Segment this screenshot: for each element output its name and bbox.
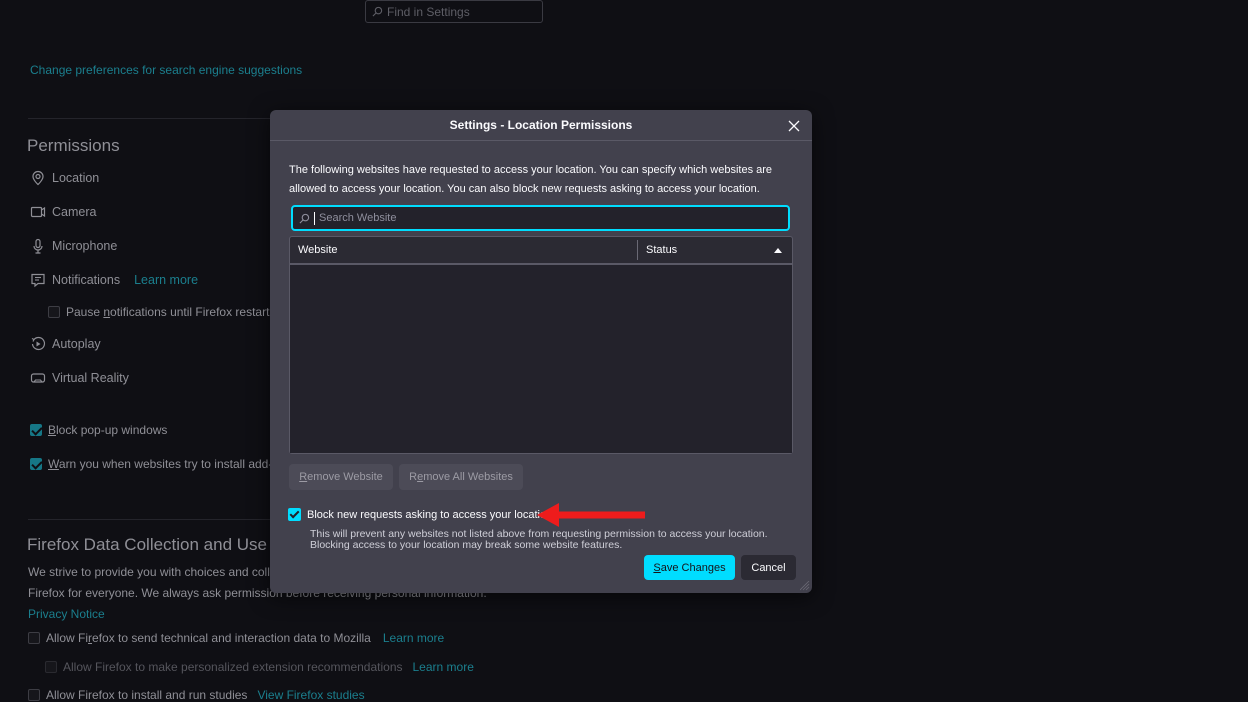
find-in-settings-input[interactable]: Find in Settings <box>365 0 543 23</box>
save-changes-button[interactable]: Save Changes <box>644 555 735 580</box>
text-caret <box>314 211 315 225</box>
search-suggestions-link[interactable]: Change preferences for search engine sug… <box>30 63 302 77</box>
view-studies-link[interactable]: View Firefox studies <box>257 688 364 702</box>
microphone-icon <box>33 238 43 254</box>
permission-autoplay[interactable]: Autoplay <box>30 336 101 352</box>
block-new-requests-option[interactable]: Block new requests asking to access your… <box>288 508 552 521</box>
remove-website-button[interactable]: Remove Website <box>289 464 393 490</box>
sort-ascending-icon <box>774 247 782 253</box>
search-website-placeholder: Search Website <box>319 212 397 224</box>
dialog-description: The following websites have requested to… <box>289 164 773 195</box>
camera-icon <box>30 206 46 218</box>
block-new-requests-label: Block new requests asking to access your… <box>307 508 553 521</box>
warn-addons-label: Warn you when websites try to install ad… <box>48 457 292 471</box>
permission-virtual-reality-label: Virtual Reality <box>52 371 129 385</box>
permission-location[interactable]: Location <box>30 170 99 186</box>
location-pin-icon <box>32 170 44 186</box>
autoplay-icon <box>31 336 46 351</box>
column-header-website[interactable]: Website <box>290 240 638 260</box>
warn-addons-checkbox[interactable] <box>30 458 42 470</box>
column-header-status[interactable]: Status <box>638 244 792 256</box>
pause-notifications-checkbox[interactable] <box>48 306 60 318</box>
find-in-settings-placeholder: Find in Settings <box>387 4 470 19</box>
annotation-arrow-icon <box>537 503 645 527</box>
divider <box>28 519 270 520</box>
permission-microphone-label: Microphone <box>52 239 118 253</box>
extension-recommendations-option: Allow Firefox to make personalized exten… <box>45 660 474 674</box>
permission-notifications-label: Notifications <box>52 273 121 287</box>
pause-notifications-label: Pause notifications until Firefox restar… <box>66 305 276 319</box>
warn-addons-option[interactable]: Warn you when websites try to install ad… <box>30 457 292 471</box>
technical-data-label: Allow Firefox to send technical and inte… <box>46 631 371 645</box>
block-new-requests-checkbox[interactable] <box>288 508 301 521</box>
extension-recommendations-learn-more-link[interactable]: Learn more <box>413 660 474 674</box>
permission-autoplay-label: Autoplay <box>52 337 101 351</box>
technical-data-option[interactable]: Allow Firefox to send technical and inte… <box>28 631 444 645</box>
table-body <box>290 265 792 453</box>
search-icon <box>299 213 310 223</box>
data-collection-title: Firefox Data Collection and Use <box>27 535 268 554</box>
block-new-requests-description: This will prevent any websites not liste… <box>310 528 768 551</box>
block-popups-checkbox[interactable] <box>30 424 42 436</box>
close-button[interactable] <box>784 116 804 136</box>
permission-camera-label: Camera <box>52 205 97 219</box>
block-popups-label: Block pop-up windows <box>48 423 168 437</box>
dialog-title: Settings - Location Permissions <box>449 118 633 132</box>
studies-checkbox[interactable] <box>28 689 40 701</box>
notifications-learn-more-link[interactable]: Learn more <box>134 273 198 287</box>
websites-table: Website Status <box>289 236 793 454</box>
privacy-notice-link[interactable]: Privacy Notice <box>28 607 105 621</box>
search-icon <box>372 6 383 17</box>
technical-data-checkbox[interactable] <box>28 632 40 644</box>
divider <box>28 118 270 119</box>
search-website-input[interactable]: Search Website <box>291 205 790 231</box>
pause-notifications-option[interactable]: Pause notifications until Firefox restar… <box>48 305 275 319</box>
block-popups-option[interactable]: Block pop-up windows <box>30 423 167 437</box>
permissions-title: Permissions <box>27 136 120 155</box>
close-icon <box>788 120 800 132</box>
extension-recommendations-checkbox <box>45 661 57 673</box>
notification-icon <box>31 273 45 288</box>
extension-recommendations-label: Allow Firefox to make personalized exten… <box>63 660 403 674</box>
vr-headset-icon <box>30 373 46 383</box>
technical-data-learn-more-link[interactable]: Learn more <box>383 631 444 645</box>
table-header: Website Status <box>290 237 792 265</box>
permission-location-label: Location <box>52 171 100 185</box>
dialog-header: Settings - Location Permissions <box>270 110 812 141</box>
permission-notifications[interactable]: Notifications Learn more <box>30 272 198 288</box>
studies-option[interactable]: Allow Firefox to install and run studies… <box>28 688 365 702</box>
permission-virtual-reality[interactable]: Virtual Reality <box>30 370 129 386</box>
permission-camera[interactable]: Camera <box>30 204 96 220</box>
remove-all-websites-button[interactable]: Remove All Websites <box>399 464 523 490</box>
studies-label: Allow Firefox to install and run studies <box>46 688 248 702</box>
permission-microphone[interactable]: Microphone <box>30 238 117 254</box>
resize-grip-icon[interactable] <box>800 581 810 591</box>
cancel-button[interactable]: Cancel <box>741 555 796 580</box>
